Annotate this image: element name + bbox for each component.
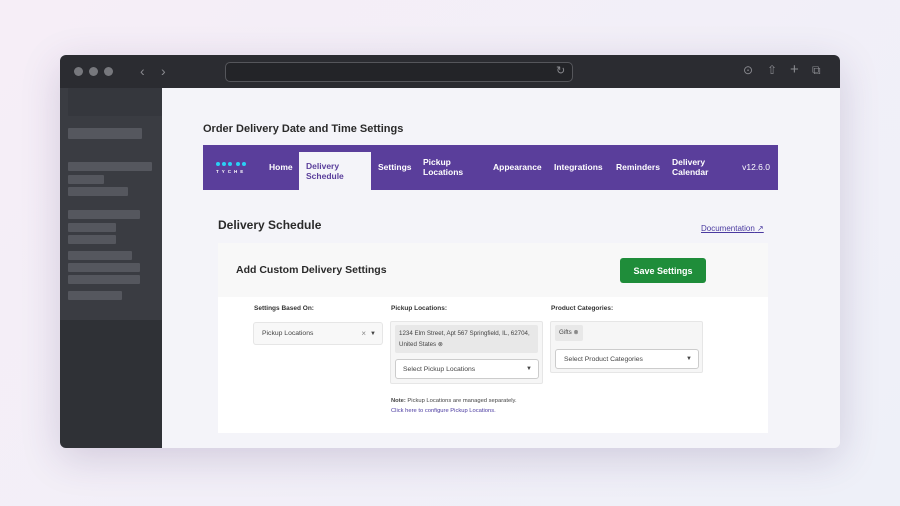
sidebar-item[interactable] bbox=[68, 175, 104, 184]
tyche-logo: TYCHE bbox=[203, 161, 263, 174]
version-label: v12.6.0 bbox=[742, 161, 770, 172]
zoom-dot[interactable] bbox=[104, 67, 113, 76]
minimize-dot[interactable] bbox=[89, 67, 98, 76]
tab-settings[interactable]: Settings bbox=[371, 162, 417, 173]
product-categories-field: Gifts ⊗ Select Product Categories ▼ bbox=[550, 321, 703, 373]
documentation-link[interactable]: Documentation ↗ bbox=[701, 224, 764, 233]
settings-based-on-select[interactable]: Pickup Locations × ▼ bbox=[253, 322, 383, 345]
download-icon[interactable]: ⊙ bbox=[743, 63, 753, 77]
card-title: Add Custom Delivery Settings bbox=[236, 264, 387, 276]
sidebar-item[interactable] bbox=[68, 210, 140, 219]
product-categories-select[interactable]: Select Product Categories ▼ bbox=[555, 349, 699, 369]
tab-integrations[interactable]: Integrations bbox=[548, 162, 610, 173]
plugin-nav: TYCHE Home Delivery Schedule Settings Pi… bbox=[203, 145, 778, 190]
pickup-locations-select[interactable]: Select Pickup Locations ▼ bbox=[395, 359, 539, 379]
pickup-location-tag: 1234 Elm Street, Apt 567 Springfield, IL… bbox=[395, 325, 538, 353]
clear-icon[interactable]: × bbox=[361, 329, 366, 338]
pickup-note: Note: Pickup Locations are managed separ… bbox=[391, 398, 517, 414]
sidebar-item[interactable] bbox=[68, 223, 116, 232]
sidebar-item[interactable] bbox=[68, 291, 122, 300]
page-title: Order Delivery Date and Time Settings bbox=[203, 123, 404, 135]
section-title: Delivery Schedule bbox=[218, 218, 322, 232]
tab-home[interactable]: Home bbox=[263, 162, 299, 173]
tab-delivery-schedule[interactable]: Delivery Schedule bbox=[299, 152, 371, 190]
tab-pickup-locations[interactable]: Pickup Locations bbox=[417, 157, 487, 177]
sidebar-item[interactable] bbox=[68, 251, 132, 260]
settings-based-on-label: Settings Based On: bbox=[254, 305, 314, 312]
tab-delivery-calendar[interactable]: Delivery Calendar bbox=[666, 157, 724, 177]
sidebar-item[interactable] bbox=[68, 187, 128, 196]
pickup-locations-label: Pickup Locations: bbox=[391, 305, 447, 312]
browser-titlebar: ‹ › ↻ ⊙ ⇧ + ⧉ bbox=[60, 55, 840, 88]
back-icon[interactable]: ‹ bbox=[140, 63, 145, 79]
chevron-down-icon: ▼ bbox=[370, 330, 376, 337]
admin-sidebar bbox=[60, 88, 162, 448]
tab-appearance[interactable]: Appearance bbox=[487, 162, 548, 173]
new-tab-icon[interactable]: + bbox=[790, 61, 799, 78]
sidebar-item[interactable] bbox=[68, 235, 116, 244]
category-tag: Gifts ⊗ bbox=[555, 325, 583, 341]
sidebar-item[interactable] bbox=[68, 263, 140, 272]
sidebar-item[interactable] bbox=[68, 128, 142, 139]
sidebar-item[interactable] bbox=[68, 275, 140, 284]
browser-window: ‹ › ↻ ⊙ ⇧ + ⧉ Order Delivery Date and Ti… bbox=[60, 55, 840, 448]
custom-delivery-card: Add Custom Delivery Settings Save Settin… bbox=[218, 243, 768, 433]
chevron-down-icon: ▼ bbox=[526, 366, 532, 372]
main-content: Order Delivery Date and Time Settings TY… bbox=[162, 88, 840, 448]
product-categories-label: Product Categories: bbox=[551, 305, 614, 312]
pickup-locations-field: 1234 Elm Street, Apt 567 Springfield, IL… bbox=[390, 321, 543, 384]
address-bar[interactable]: ↻ bbox=[225, 62, 573, 82]
remove-tag-icon[interactable]: ⊗ bbox=[438, 341, 443, 348]
reload-icon[interactable]: ↻ bbox=[556, 64, 565, 77]
tab-reminders[interactable]: Reminders bbox=[610, 162, 666, 173]
forward-icon[interactable]: › bbox=[161, 63, 166, 79]
external-link-icon: ↗ bbox=[757, 224, 764, 233]
save-settings-button[interactable]: Save Settings bbox=[620, 258, 706, 283]
share-icon[interactable]: ⇧ bbox=[767, 63, 777, 77]
chevron-down-icon: ▼ bbox=[686, 356, 692, 362]
remove-tag-icon[interactable]: ⊗ bbox=[573, 329, 578, 336]
close-dot[interactable] bbox=[74, 67, 83, 76]
configure-pickup-link[interactable]: Click here to configure Pickup Locations… bbox=[391, 408, 496, 414]
sidebar-item[interactable] bbox=[68, 162, 152, 171]
tabs-icon[interactable]: ⧉ bbox=[812, 63, 821, 78]
